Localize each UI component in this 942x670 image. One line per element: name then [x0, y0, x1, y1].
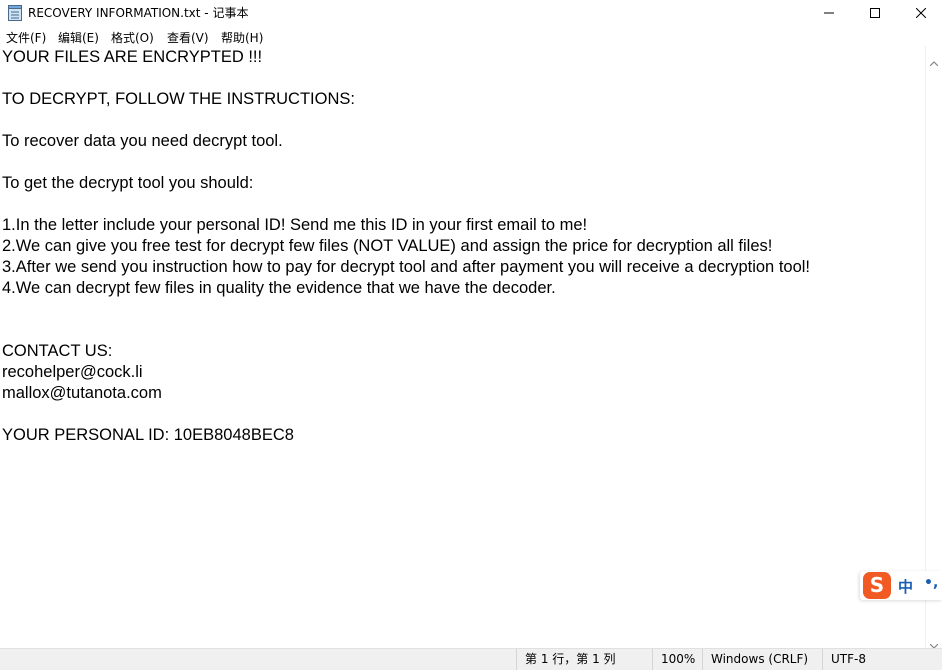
text-line: YOUR FILES ARE ENCRYPTED !!! — [2, 48, 263, 66]
text-editor[interactable]: YOUR FILES ARE ENCRYPTED !!! TO DECRYPT,… — [0, 46, 925, 648]
menu-edit[interactable]: 编辑(E) — [58, 29, 99, 46]
notepad-icon — [8, 4, 22, 21]
text-line — [2, 152, 922, 173]
minimize-button[interactable] — [806, 0, 852, 26]
vertical-scrollbar[interactable] — [925, 46, 942, 649]
text-line: YOUR PERSONAL ID: 10EB8048BEC8 — [2, 426, 294, 444]
cursor-position: 第 1 行，第 1 列 — [516, 649, 652, 670]
text-line — [2, 320, 922, 341]
text-line — [2, 299, 922, 320]
line-ending: Windows (CRLF) — [702, 649, 822, 670]
text-line: To recover data you need decrypt tool. — [2, 132, 283, 150]
menu-format[interactable]: 格式(O) — [111, 29, 154, 46]
text-line: 2.We can give you free test for decrypt … — [2, 237, 773, 255]
maximize-button[interactable] — [852, 0, 898, 26]
text-line: 4.We can decrypt few files in quality th… — [2, 279, 556, 297]
text-line: 1.In the letter include your personal ID… — [2, 216, 588, 234]
menu-help[interactable]: 帮助(H) — [221, 29, 263, 46]
menu-view[interactable]: 查看(V) — [167, 29, 209, 46]
document-text[interactable]: YOUR FILES ARE ENCRYPTED !!! TO DECRYPT,… — [2, 47, 922, 446]
text-line: CONTACT US: — [2, 342, 113, 360]
close-button[interactable] — [898, 0, 942, 26]
ime-mode[interactable]: 中 — [898, 576, 913, 597]
zoom-level: 100% — [652, 649, 702, 670]
menu-bar: 文件(F) 编辑(E) 格式(O) 查看(V) 帮助(H) — [0, 26, 942, 46]
text-line: mallox@tutanota.com — [2, 384, 162, 402]
maximize-icon — [870, 8, 880, 18]
text-line: To get the decrypt tool you should: — [2, 174, 254, 192]
scroll-up-arrow-icon[interactable] — [929, 51, 939, 70]
encoding: UTF-8 — [822, 649, 942, 670]
text-line — [2, 68, 922, 89]
text-line — [2, 110, 922, 131]
text-line: recohelper@cock.li — [2, 363, 143, 381]
menu-file[interactable]: 文件(F) — [6, 29, 46, 46]
ime-punctuation[interactable]: •, — [924, 575, 938, 591]
minimize-icon — [824, 12, 834, 14]
title-bar: RECOVERY INFORMATION.txt - 记事本 — [0, 0, 942, 26]
text-line: 3.After we send you instruction how to p… — [2, 258, 811, 276]
text-line — [2, 194, 922, 215]
close-icon — [916, 8, 926, 18]
text-line — [2, 404, 922, 425]
sogou-logo-icon[interactable]: S — [863, 572, 891, 599]
ime-toolbar[interactable]: S 中 •, — [860, 571, 942, 600]
status-bar: 第 1 行，第 1 列 100% Windows (CRLF) UTF-8 — [0, 648, 942, 670]
text-line: TO DECRYPT, FOLLOW THE INSTRUCTIONS: — [2, 90, 355, 108]
window-title: RECOVERY INFORMATION.txt - 记事本 — [28, 6, 249, 20]
